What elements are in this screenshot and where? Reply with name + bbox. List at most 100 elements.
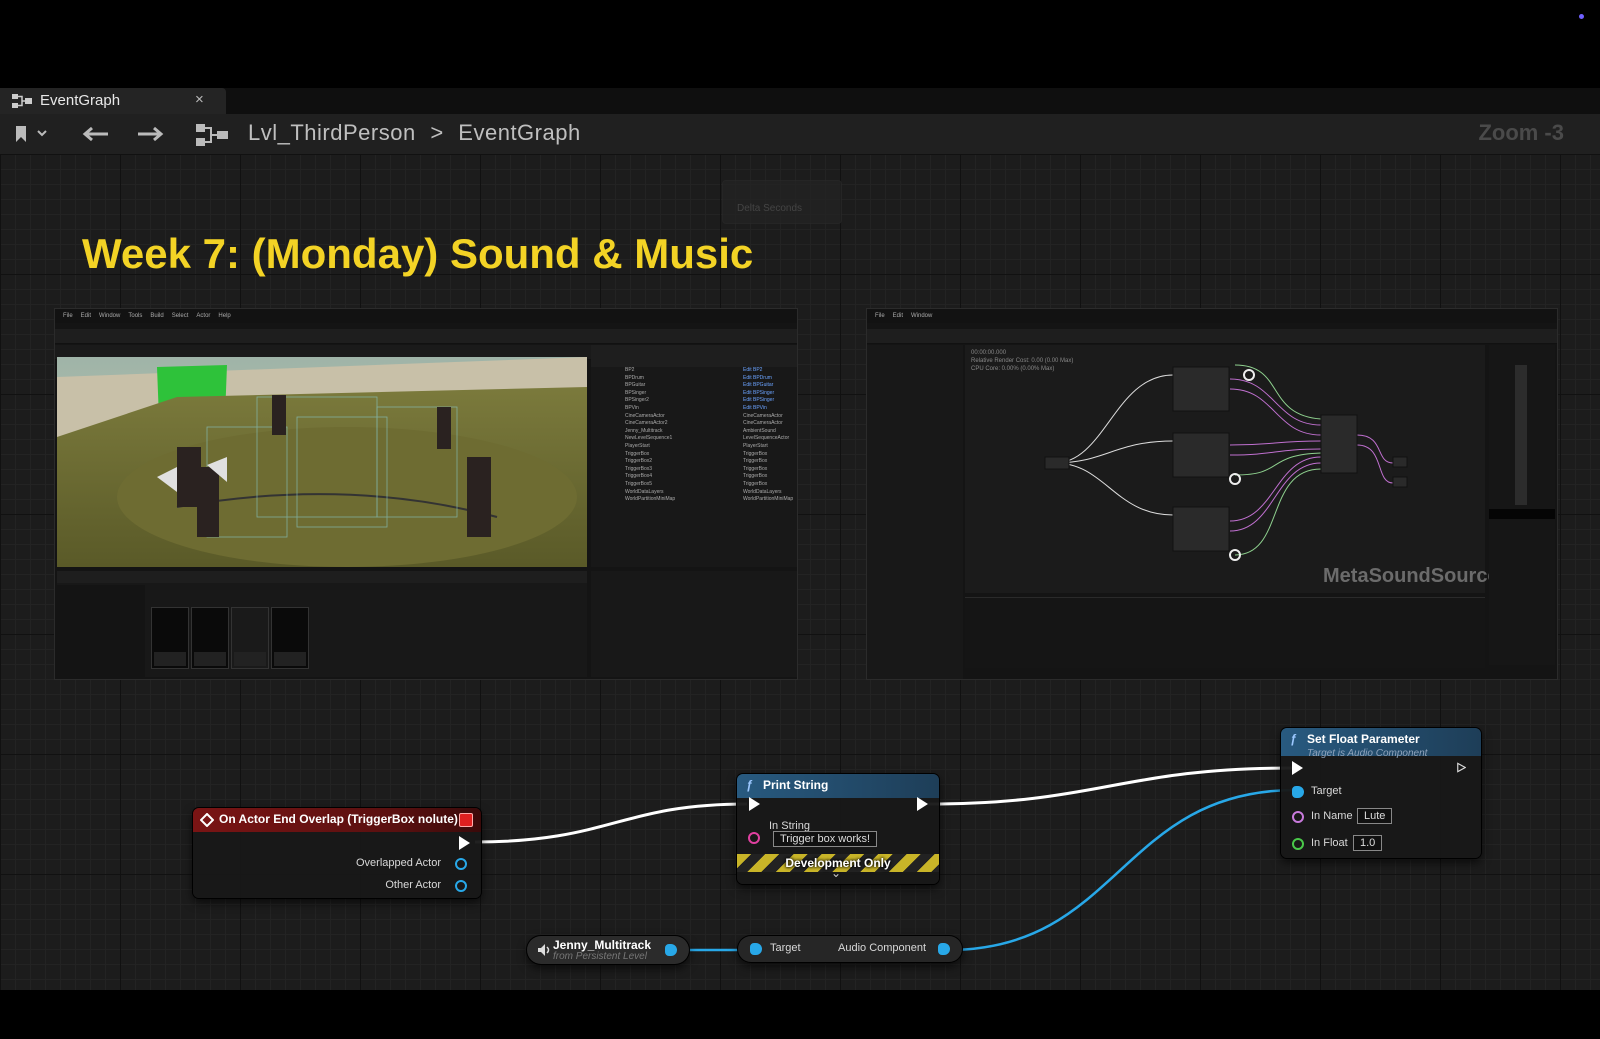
node-title: ƒ Set Float Parameter Target is Audio Co… xyxy=(1281,728,1481,759)
outliner-row[interactable]: TriggerBox4 TriggerBox xyxy=(591,473,797,481)
jenny-multitrack-reference-node[interactable]: Jenny_Multitrack from Persistent Level xyxy=(527,936,689,964)
other-actor-pin[interactable] xyxy=(455,880,467,892)
metasound-watermark: MetaSoundSource xyxy=(1323,565,1499,587)
set-float-parameter-node[interactable]: ƒ Set Float Parameter Target is Audio Co… xyxy=(1281,728,1481,858)
ms-meter-panel xyxy=(1489,345,1555,665)
breadcrumb-level[interactable]: Lvl_ThirdPerson xyxy=(248,120,416,145)
outliner-row[interactable]: BPSinger Edit BPSinger xyxy=(591,390,797,398)
in-name-pin[interactable] xyxy=(1292,811,1304,823)
outliner-row[interactable]: WorldDataLayers WorldDataLayers xyxy=(591,489,797,497)
tab-eventgraph[interactable]: EventGraph × xyxy=(0,88,226,114)
event-icon xyxy=(200,813,214,827)
embedded-level-editor-screenshot: File Edit Window Tools Build Select Actor Help xyxy=(54,308,798,680)
outliner-row[interactable]: PlayerStart PlayerStart xyxy=(591,443,797,451)
exec-wire xyxy=(927,766,1293,806)
metasound-graph xyxy=(965,345,1485,593)
pin-target-label: Target xyxy=(770,942,801,954)
target-pin[interactable] xyxy=(750,943,762,955)
breadcrumb-graph[interactable]: EventGraph xyxy=(458,120,580,145)
outliner-row[interactable]: BP2 Edit BP2 xyxy=(591,367,797,375)
outliner-row[interactable]: TriggerBox5 TriggerBox xyxy=(591,481,797,489)
in-string-pin[interactable] xyxy=(748,832,760,844)
in-float-pin[interactable] xyxy=(1292,838,1304,850)
function-icon: ƒ xyxy=(1290,732,1297,746)
object-out-pin[interactable] xyxy=(665,944,677,956)
exec-out-pin[interactable] xyxy=(917,797,928,811)
details-panel xyxy=(591,571,797,677)
outliner-row[interactable]: TriggerBox TriggerBox xyxy=(591,451,797,459)
node-title: Jenny_Multitrack xyxy=(553,938,652,952)
pin-overlapped-actor: Overlapped Actor xyxy=(356,857,441,869)
forward-arrow-icon[interactable] xyxy=(136,126,164,142)
close-icon[interactable]: × xyxy=(195,91,204,108)
ms-menubar: File Edit Window xyxy=(867,309,1557,323)
metasound-wires xyxy=(1044,364,1408,561)
asset-thumbnail[interactable] xyxy=(231,607,269,669)
blueprint-editor: EventGraph × Lvl_ThirdPerson > EventGrap… xyxy=(0,88,1600,990)
asset-thumbnail[interactable] xyxy=(151,607,189,669)
asset-thumbnail[interactable] xyxy=(271,607,309,669)
target-pin[interactable] xyxy=(1292,786,1304,798)
outliner-row[interactable]: CineCameraActor2 CineCameraActor xyxy=(591,420,797,428)
delegate-pin-icon[interactable] xyxy=(459,813,473,827)
ue-menubar: File Edit Window Tools Build Select Actor Help xyxy=(55,309,797,323)
expand-chevron-icon[interactable]: ⌄ xyxy=(831,866,841,880)
slide-title: Week 7: (Monday) Sound & Music xyxy=(82,230,754,277)
in-float-field[interactable]: 1.0 xyxy=(1353,835,1383,851)
exec-out-pin[interactable] xyxy=(1457,762,1466,773)
node-title: ƒ Print String xyxy=(737,774,939,798)
pin-in-name-label: In Name xyxy=(1311,810,1353,822)
indicator-dot xyxy=(1579,14,1584,19)
bookmark-icon[interactable] xyxy=(14,125,48,143)
object-wire xyxy=(947,788,1297,952)
back-arrow-icon[interactable] xyxy=(82,126,110,142)
outliner-row[interactable]: Jenny_Multitrack AmbientSound xyxy=(591,428,797,436)
in-string-field[interactable]: Trigger box works! xyxy=(773,831,878,847)
ms-toolbar xyxy=(867,329,1557,344)
ghost-pin-label: Delta Seconds xyxy=(737,203,803,214)
graph-icon xyxy=(12,94,32,108)
outliner-row[interactable]: CineCameraActor CineCameraActor xyxy=(591,413,797,421)
pin-audio-component-label: Audio Component xyxy=(838,942,927,954)
outliner-row[interactable]: WorldPartitionMiniMap WorldPartitionMiniM… xyxy=(591,496,797,504)
in-name-field[interactable]: Lute xyxy=(1357,808,1393,824)
exec-in-pin[interactable] xyxy=(1292,761,1303,775)
breadcrumb-separator: > xyxy=(430,120,444,145)
on-actor-end-overlap-node[interactable]: On Actor End Overlap (TriggerBox nolute)… xyxy=(193,808,481,898)
exec-out-pin[interactable] xyxy=(459,836,470,850)
outliner-row[interactable]: BPVin Edit BPVin xyxy=(591,405,797,413)
print-string-node[interactable]: ƒ Print String In String Trigger box wor… xyxy=(737,774,939,884)
graph-toolbar: Lvl_ThirdPerson > EventGraph Zoom -3 xyxy=(0,114,1600,154)
pin-other-actor: Other Actor xyxy=(385,879,441,891)
graph-canvas[interactable]: Delta Seconds Week 7: (Monday) Sound & M… xyxy=(0,154,1600,990)
bottom-letterbox xyxy=(0,990,1600,1039)
overlapped-actor-pin[interactable] xyxy=(455,858,467,870)
outliner-row[interactable]: BPDrum Edit BPDrum xyxy=(591,375,797,383)
outliner-row[interactable]: BPSinger2 Edit BPSinger xyxy=(591,397,797,405)
audio-component-out-pin[interactable] xyxy=(938,943,950,955)
outliner-row[interactable]: TriggerBox3 TriggerBox xyxy=(591,466,797,474)
function-icon: ƒ xyxy=(746,778,753,792)
get-audio-component-node[interactable]: Target Audio Component xyxy=(738,936,962,962)
node-title: On Actor End Overlap (TriggerBox nolute) xyxy=(193,808,481,832)
ms-render-stats: 00:00:00.000 Relative Render Cost: 0.00 … xyxy=(971,350,1074,372)
speaker-icon xyxy=(538,944,550,956)
tab-bar: EventGraph × xyxy=(0,88,1600,114)
ghost-tick-node: Delta Seconds xyxy=(722,180,842,224)
content-browser-panel xyxy=(57,571,587,677)
tab-label: EventGraph xyxy=(40,92,121,109)
outliner-row[interactable]: TriggerBox2 TriggerBox xyxy=(591,458,797,466)
level-viewport xyxy=(57,357,587,567)
pin-in-float-label: In Float xyxy=(1311,837,1348,849)
exec-wire xyxy=(474,802,748,844)
graph-icon xyxy=(196,124,228,146)
ue-toolbar xyxy=(55,329,797,344)
outliner-row[interactable]: BPGuitar Edit BPGuitar xyxy=(591,382,797,390)
node-subtitle: from Persistent Level xyxy=(553,951,647,962)
outliner-row[interactable]: NewLevelSequence1 LevelSequenceActor xyxy=(591,435,797,443)
zoom-level: Zoom -3 xyxy=(1478,120,1564,145)
breadcrumb: Lvl_ThirdPerson > EventGraph xyxy=(248,120,589,146)
exec-in-pin[interactable] xyxy=(749,797,760,811)
embedded-metasound-editor-screenshot: File Edit Window 00:00:00.000 Relative R… xyxy=(866,308,1558,680)
asset-thumbnail[interactable] xyxy=(191,607,229,669)
